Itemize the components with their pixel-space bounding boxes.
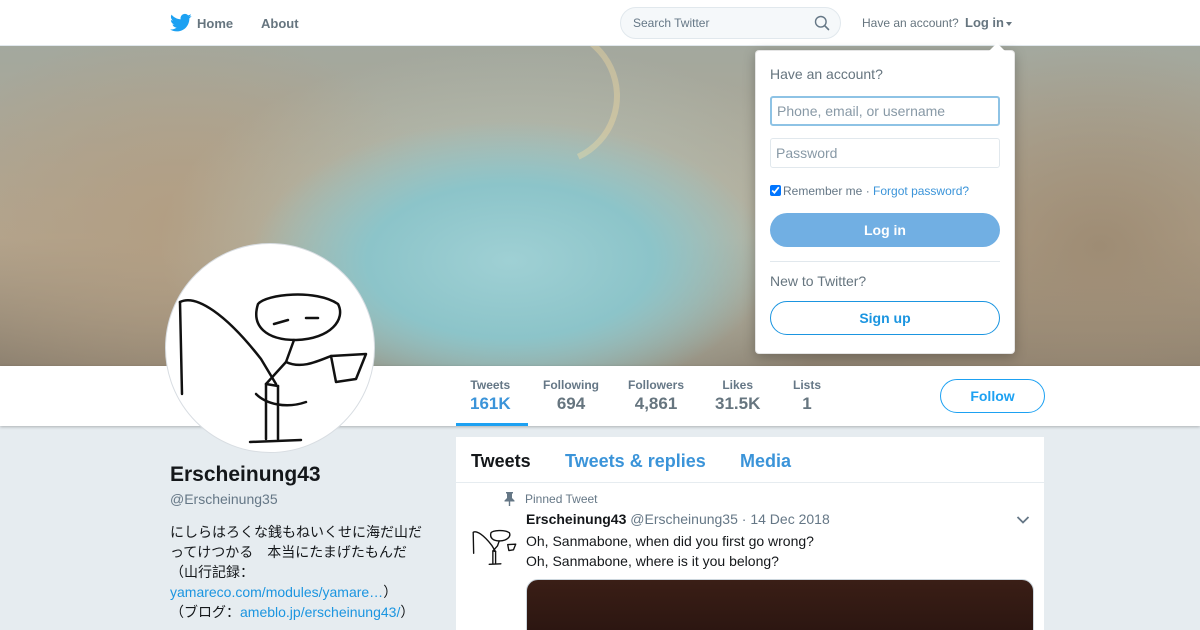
chevron-down-icon[interactable] [1016,515,1030,525]
caret-down-icon [1006,21,1012,26]
stat-lists[interactable]: Lists 1 [793,378,821,414]
username-field[interactable] [770,96,1000,126]
stat-likes[interactable]: Likes 31.5K [715,378,760,414]
bio-link-yamareco[interactable]: yamareco.com/modules/yamare… [170,584,383,600]
stat-value: 161K [470,394,511,413]
timeline: Tweets Tweets & replies Media Pinned Twe… [456,437,1044,630]
stat-value: 31.5K [715,394,761,413]
stat-label: Likes [722,378,754,392]
active-stat-underline [456,423,528,426]
remember-me-row: Remember me · Forgot password? [770,184,969,198]
stat-label: Following [543,378,599,392]
tweet-text-line: Oh, Sanmabone, where is it you belong? [526,553,779,569]
dropdown-title: Have an account? [770,66,883,82]
remember-me-checkbox[interactable] [770,185,781,196]
search-icon[interactable] [814,15,830,31]
login-dropdown-toggle[interactable]: Log in [965,15,1012,30]
tweet-dot-separator: · [741,511,747,527]
login-dropdown: Have an account? Remember me · Forgot pa… [755,43,1015,354]
tweet-text: Oh, Sanmabone, when did you first go wro… [526,531,814,571]
bio-text: にしらはろくな銭もねいくせに海だ山だってけつかる 本当にたまげたもんだ [170,524,422,560]
bio-text: （山行記録： [170,564,254,580]
bio-text: ） [400,604,415,620]
timeline-tabs: Tweets Tweets & replies Media [456,437,1044,483]
stat-value: 694 [556,394,586,413]
tweet-author-avatar[interactable] [470,519,518,567]
stat-following[interactable]: Following 694 [543,378,599,414]
tweet-header: Erscheinung43 @Erscheinung35 · 14 Dec 20… [526,511,830,527]
new-to-twitter-text: New to Twitter? [770,273,867,289]
stat-tweets[interactable]: Tweets 161K [470,378,511,414]
have-account-text: Have an account? [862,16,959,30]
dropdown-divider [770,261,1000,262]
top-navigation-bar: Home About Have an account? Log in [0,0,1200,46]
forgot-password-link[interactable]: Forgot password? [873,184,969,198]
profile-bio: にしらはろくな銭もねいくせに海だ山だってけつかる 本当にたまげたもんだ （山行記… [170,522,430,622]
tweet-author-name[interactable]: Erscheinung43 [526,511,626,527]
dropdown-arrow [989,43,1005,51]
stat-label: Followers [628,378,685,392]
pin-icon [504,492,515,506]
nav-home-link[interactable]: Home [197,16,233,31]
tweet-author-handle[interactable]: @Erscheinung35 [630,511,738,527]
stat-value: 4,861 [634,394,678,413]
fishing-figure-drawing-icon [178,293,368,444]
remember-me-label[interactable]: Remember me [783,184,862,198]
bio-link-blog[interactable]: ameblo.jp/erscheinung43/ [240,604,400,620]
login-submit-button[interactable]: Log in [770,213,1000,247]
tab-tweets-and-replies[interactable]: Tweets & replies [565,451,706,472]
fishing-figure-drawing-icon [472,529,517,565]
follow-button[interactable]: Follow [940,379,1045,413]
nav-about-link[interactable]: About [261,16,299,31]
tweet-text-line: Oh, Sanmabone, when did you first go wro… [526,533,814,549]
separator-dot: · [865,184,870,198]
search-input[interactable] [621,8,801,38]
profile-avatar[interactable] [165,243,375,453]
signup-button[interactable]: Sign up [770,301,1000,335]
tab-tweets[interactable]: Tweets [471,451,531,472]
tab-media[interactable]: Media [740,451,791,472]
bio-text: （ブログ： [170,604,240,620]
tweet-media-image[interactable] [526,579,1034,630]
profile-name[interactable]: Erscheinung43 [170,463,321,487]
search-box [620,7,841,39]
profile-handle[interactable]: @Erscheinung35 [170,491,278,507]
stat-followers[interactable]: Followers 4,861 [628,378,684,414]
login-toggle-label: Log in [965,15,1004,30]
tweet-date[interactable]: 14 Dec 2018 [750,511,829,527]
bio-text: ） [383,584,398,600]
banner-rainbow-decoration [460,46,640,186]
pinned-tweet-label: Pinned Tweet [525,492,598,506]
stat-value: 1 [802,394,812,413]
password-field[interactable] [770,138,1000,168]
stat-label: Lists [793,378,822,392]
twitter-bird-icon[interactable] [170,13,192,33]
stat-label: Tweets [470,378,511,392]
